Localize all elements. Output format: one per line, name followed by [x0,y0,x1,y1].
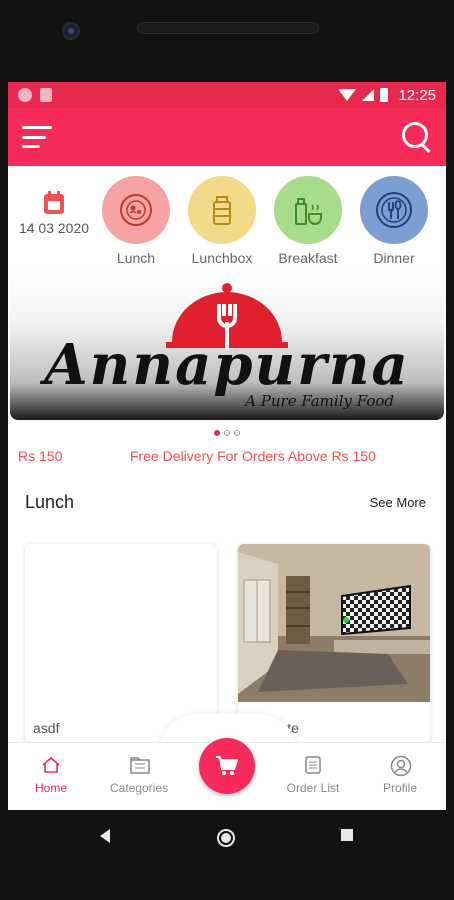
recents-icon[interactable] [340,828,354,842]
search-icon[interactable] [402,122,432,152]
carousel-dot[interactable] [234,430,240,436]
status-bar: 12:25 [8,82,446,108]
date-display: 14 03 2020 [14,191,94,236]
wifi-icon [338,89,357,101]
cutlery-icon [360,176,428,244]
back-icon[interactable] [98,828,112,844]
carousel-indicator [8,430,446,436]
sd-card-icon [40,88,52,102]
see-more-link[interactable]: See More [370,495,426,510]
category-row: 14 03 2020 Lunch Lunchbox Breakfast Dinn… [8,168,446,268]
breakfast-icon [274,176,342,244]
banner-tagline: A Pure Family Food [245,392,394,410]
nav-categories[interactable]: Categories [99,755,179,795]
cart-icon [216,756,238,775]
promo-price: Rs 150 [18,448,63,464]
system-navigation [0,810,454,860]
category-dinner[interactable]: Dinner [359,176,429,266]
nav-label: Categories [109,781,169,795]
food-plate-icon [102,176,170,244]
carousel-dot[interactable] [214,430,220,436]
promo-strip: Rs 150 Free Delivery For Orders Above Rs… [8,448,446,468]
carousel-dot[interactable] [224,430,230,436]
battery-icon [380,88,389,102]
status-time: 12:25 [398,86,436,104]
earpiece-speaker [137,22,319,34]
calendar-icon [44,191,64,214]
tiffin-icon [188,176,256,244]
signal-icon [362,89,375,101]
app-screen: 12:25 14 03 2020 Lunch Lunchbox Breakfas… [8,82,446,810]
home-circle-icon[interactable] [216,828,236,848]
date-text: 14 03 2020 [18,220,90,236]
promo-banner[interactable]: Annapurna A Pure Family Food [10,270,444,420]
menu-icon[interactable] [22,126,52,148]
profile-icon [390,755,412,777]
category-lunchbox[interactable]: Lunchbox [187,176,257,266]
nav-label: Home [34,781,67,795]
category-label: Lunch [116,250,156,266]
cart-button[interactable] [199,738,255,794]
section-title: Lunch [25,492,75,512]
app-bar [8,108,446,166]
device-frame: 12:25 14 03 2020 Lunch Lunchbox Breakfas… [0,0,454,900]
category-breakfast[interactable]: Breakfast [273,176,343,266]
banner-brand: Annapurna [44,332,410,398]
nav-home[interactable]: Home [11,755,91,795]
nav-profile[interactable]: Profile [360,755,440,795]
order-list-icon [303,755,323,775]
category-label: Lunchbox [191,250,253,266]
nav-label: Profile [382,781,417,795]
product-name: asdf [33,720,60,736]
nav-label: Order List [286,781,340,795]
notification-icon [18,88,32,102]
category-label: Breakfast [278,250,338,266]
promo-message: Free Delivery For Orders Above Rs 150 [130,448,376,464]
nav-order-list[interactable]: Order List [273,755,353,795]
product-image [238,544,430,702]
front-camera [62,22,80,40]
category-label: Dinner [373,250,415,266]
categories-icon [129,755,150,775]
home-icon [41,755,61,775]
category-lunch[interactable]: Lunch [101,176,171,266]
